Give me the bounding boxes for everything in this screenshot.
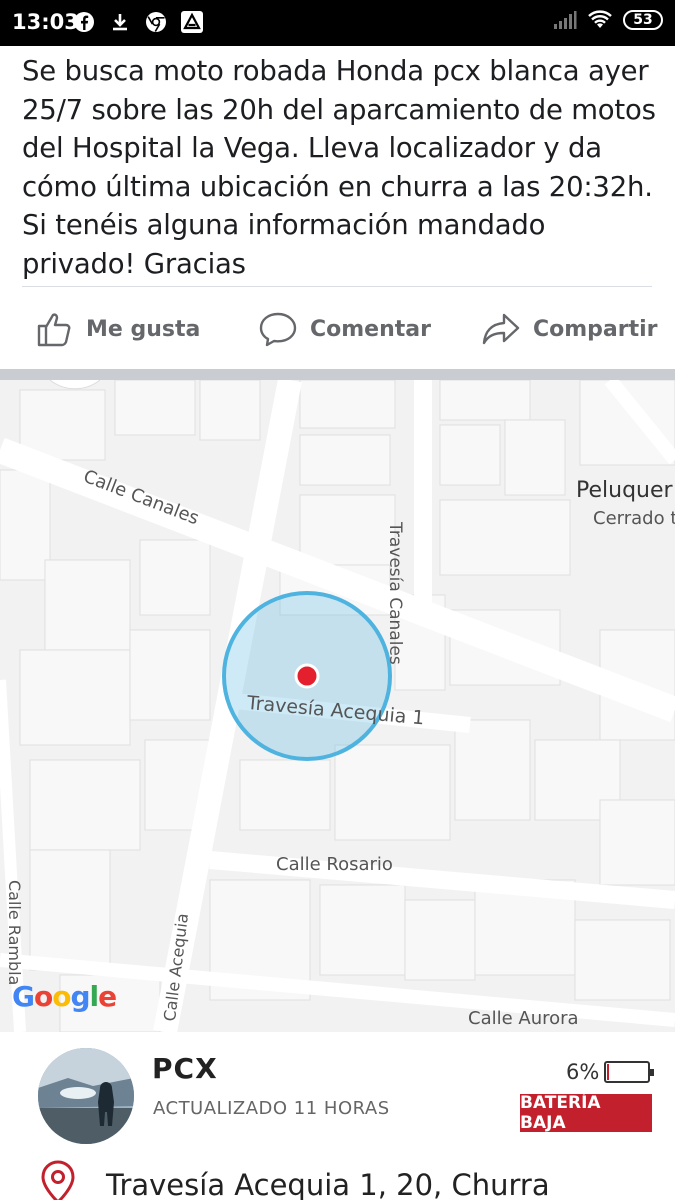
- status-battery: 53: [623, 10, 663, 30]
- street-label-travesia-canales: Travesía Canales: [385, 522, 405, 665]
- last-updated: ACTUALIZADO 11 HORAS: [153, 1098, 390, 1119]
- post-actions: Me gusta Comentar Compartir: [0, 288, 675, 368]
- screen: 13:03 53 Se busca moto robada Honda pcx …: [0, 0, 675, 1200]
- notification-icons: [72, 10, 204, 34]
- post-separator: [0, 369, 675, 380]
- wifi-icon: [588, 10, 612, 28]
- comment-label: Comentar: [310, 316, 431, 342]
- facebook-icon: [72, 10, 96, 34]
- divider: [22, 286, 652, 287]
- device-avatar[interactable]: [38, 1048, 134, 1144]
- app-icon: [180, 10, 204, 34]
- location-marker[interactable]: [294, 663, 320, 689]
- status-time: 13:03: [12, 10, 79, 34]
- map-view[interactable]: Calle Canales Travesía Canales Travesía …: [0, 380, 675, 1032]
- status-right: 53: [553, 10, 663, 30]
- like-label: Me gusta: [86, 316, 201, 342]
- poi-name[interactable]: Peluquer: [576, 478, 673, 503]
- street-label-calle-rambla: Calle Rambla: [5, 880, 24, 986]
- google-logo: Google: [12, 980, 117, 1013]
- location-pin-icon: [41, 1160, 75, 1200]
- share-button[interactable]: Compartir: [481, 310, 658, 348]
- device-name: PCX: [152, 1052, 218, 1085]
- low-battery-badge: BATERÍA BAJA: [520, 1093, 652, 1133]
- street-label-calle-aurora: Calle Aurora: [468, 1008, 579, 1029]
- battery-fill: [607, 1064, 609, 1080]
- share-label: Compartir: [533, 316, 658, 342]
- status-bar: 13:03 53: [0, 0, 675, 46]
- poi-status: Cerrado t: [593, 508, 675, 529]
- battery-percent: 6%: [566, 1060, 600, 1084]
- like-button[interactable]: Me gusta: [36, 310, 200, 348]
- download-icon: [108, 10, 132, 34]
- comment-icon: [259, 312, 297, 347]
- post-text: Se busca moto robada Honda pcx blanca ay…: [22, 55, 656, 280]
- device-address: Travesía Acequia 1, 20, Churra: [106, 1168, 550, 1200]
- battery-icon: [604, 1061, 654, 1083]
- thumbs-up-icon: [37, 313, 71, 347]
- share-icon: [482, 313, 520, 345]
- signal-icon: [554, 11, 577, 29]
- street-label-calle-rosario: Calle Rosario: [276, 854, 393, 875]
- comment-button[interactable]: Comentar: [258, 310, 431, 348]
- chrome-icon: [144, 10, 168, 34]
